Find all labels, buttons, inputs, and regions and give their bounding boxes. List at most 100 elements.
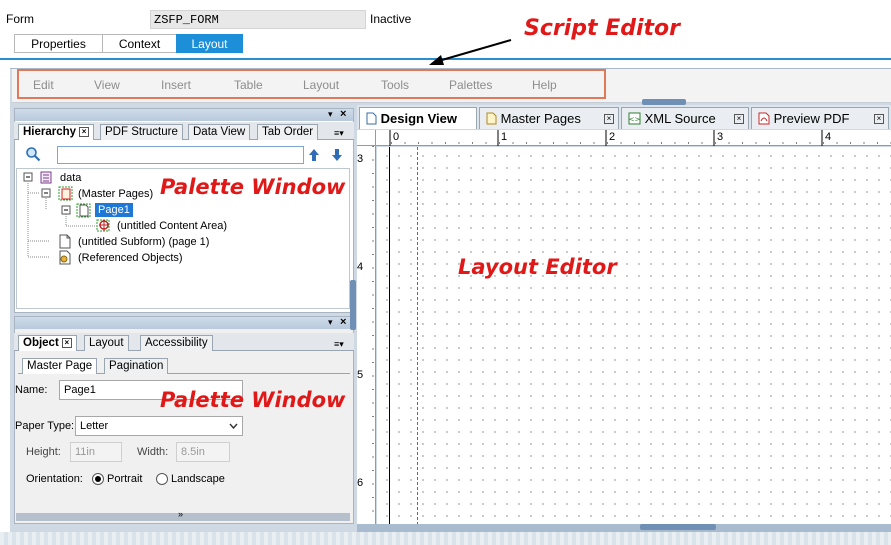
paper-type-value: Letter	[80, 420, 109, 432]
portrait-label: Portrait	[107, 473, 143, 485]
portrait-radio[interactable]	[92, 473, 104, 485]
tab-layout[interactable]: Layout	[176, 34, 243, 53]
design-canvas[interactable]	[377, 147, 891, 525]
tab-xml-source[interactable]: <> XML Source ×	[621, 107, 749, 129]
chevron-down-icon	[229, 423, 238, 429]
object-tabs: Object × Layout Accessibility ≡▾	[14, 333, 354, 351]
xml-icon: <>	[628, 112, 641, 125]
tab-preview-pdf[interactable]: Preview PDF ×	[751, 107, 889, 129]
palette-menu-icon[interactable]: ▾	[328, 317, 333, 328]
horizontal-ruler: 0 1 2 3 4	[376, 130, 891, 146]
landscape-label: Landscape	[171, 473, 225, 485]
orientation-label: Orientation:	[26, 473, 83, 485]
collapse-handle-bottom[interactable]	[640, 524, 716, 530]
referenced-objects-icon	[59, 250, 71, 265]
palette-options-icon[interactable]: ≡▾	[334, 339, 344, 350]
chevron-double-down-icon[interactable]: »	[178, 509, 183, 519]
ruler-label: 6	[357, 477, 364, 489]
annotation-script-editor: Script Editor	[524, 16, 680, 41]
form-status: Inactive	[370, 12, 412, 26]
ruler-label: 2	[609, 131, 616, 143]
ruler-label: 3	[717, 131, 724, 143]
splitter-handle[interactable]	[350, 280, 356, 330]
content-area-margin	[417, 147, 418, 525]
top-tabs: Properties Context Layout	[14, 34, 243, 53]
paper-type-label: Paper Type:	[15, 420, 75, 432]
close-icon[interactable]: ×	[79, 127, 90, 137]
data-icon	[40, 171, 52, 184]
tab-hierarchy[interactable]: Hierarchy ×	[18, 124, 95, 140]
tab-properties[interactable]: Properties	[14, 34, 102, 53]
vertical-ruler: 3 4 5 6	[357, 146, 376, 525]
annotation-palette-window-bottom: Palette Window	[160, 388, 346, 412]
tree-item-master-pages[interactable]: (Master Pages)	[78, 188, 153, 200]
palette-options-icon[interactable]: ≡▾	[334, 128, 344, 139]
ruler-label: 1	[501, 131, 508, 143]
tab-object[interactable]: Object ×	[18, 335, 77, 351]
object-title-bar[interactable]	[15, 317, 353, 329]
arrow-up-icon[interactable]	[308, 148, 320, 162]
tree-item-content-area[interactable]: (untitled Content Area)	[117, 220, 227, 232]
tab-data-view[interactable]: Data View	[188, 124, 251, 140]
script-editor-highlight	[17, 69, 606, 99]
tab-design-view[interactable]: Design View	[359, 107, 477, 129]
width-label: Width:	[137, 446, 169, 458]
master-pages-icon	[58, 186, 73, 201]
hierarchy-tabs: Hierarchy × PDF Structure Data View Tab O…	[14, 122, 354, 140]
arrow-down-icon[interactable]	[331, 148, 343, 162]
tab-master-pages[interactable]: Master Pages ×	[479, 107, 619, 129]
annotation-palette-window-top: Palette Window	[160, 175, 346, 199]
name-label: Name:	[15, 384, 48, 396]
hierarchy-title-bar[interactable]	[15, 109, 353, 121]
ruler-ticks-horizontal	[389, 130, 891, 146]
form-name-field[interactable]: ZSFP_FORM	[150, 10, 366, 29]
subform-icon	[59, 234, 71, 249]
ruler-label: 5	[357, 369, 364, 381]
search-icon[interactable]	[25, 146, 41, 162]
annotation-layout-editor: Layout Editor	[458, 255, 617, 279]
ruler-ticks-vertical	[372, 146, 374, 525]
ruler-label: 3	[357, 153, 364, 165]
status-strip	[0, 532, 891, 545]
tree-item-data[interactable]: data	[60, 172, 81, 184]
subtab-master-page[interactable]: Master Page	[22, 358, 98, 374]
palette-menu-icon[interactable]: ▾	[328, 109, 333, 120]
height-label: Height:	[26, 446, 61, 458]
subtab-pagination[interactable]: Pagination	[104, 358, 169, 374]
tab-accessibility[interactable]: Accessibility	[140, 335, 213, 351]
content-area-icon	[96, 219, 110, 232]
pdf-icon	[758, 112, 770, 125]
tab-pdf-structure[interactable]: PDF Structure	[100, 124, 183, 140]
close-icon[interactable]: ×	[61, 338, 72, 348]
palette-close-icon[interactable]: ×	[340, 316, 346, 328]
tab-tab-order[interactable]: Tab Order	[257, 124, 319, 140]
page-edge-line	[389, 147, 390, 525]
form-label: Form	[6, 12, 34, 26]
master-page-icon	[486, 112, 497, 125]
page-icon	[76, 203, 91, 218]
ruler-label: 0	[393, 131, 400, 143]
close-icon[interactable]: ×	[734, 114, 744, 124]
tab-context[interactable]: Context	[102, 34, 176, 53]
annotation-arrow-icon	[429, 39, 512, 65]
object-subtabs: Master Page Pagination	[18, 356, 350, 374]
hierarchy-search-input[interactable]	[57, 146, 304, 164]
height-input[interactable]: 11in	[70, 442, 122, 462]
ruler-label: 4	[825, 131, 832, 143]
svg-text:<>: <>	[629, 116, 641, 124]
palette-close-icon[interactable]: ×	[340, 108, 346, 120]
tree-item-page1[interactable]: Page1	[95, 203, 133, 217]
page-icon	[366, 112, 377, 125]
tree-item-referenced-objects[interactable]: (Referenced Objects)	[78, 252, 183, 264]
tree-item-subform[interactable]: (untitled Subform) (page 1)	[78, 236, 209, 248]
ruler-label: 4	[357, 261, 364, 273]
document-tabs: Design View Master Pages × <> XML Source…	[357, 105, 891, 129]
close-icon[interactable]: ×	[874, 114, 884, 124]
paper-type-select[interactable]: Letter	[75, 416, 243, 436]
close-icon[interactable]: ×	[604, 114, 614, 124]
width-input[interactable]: 8.5in	[176, 442, 230, 462]
editor-bottom-bar	[357, 524, 891, 532]
landscape-radio[interactable]	[156, 473, 168, 485]
ruler-corner	[357, 130, 376, 146]
tab-object-layout[interactable]: Layout	[84, 335, 129, 351]
